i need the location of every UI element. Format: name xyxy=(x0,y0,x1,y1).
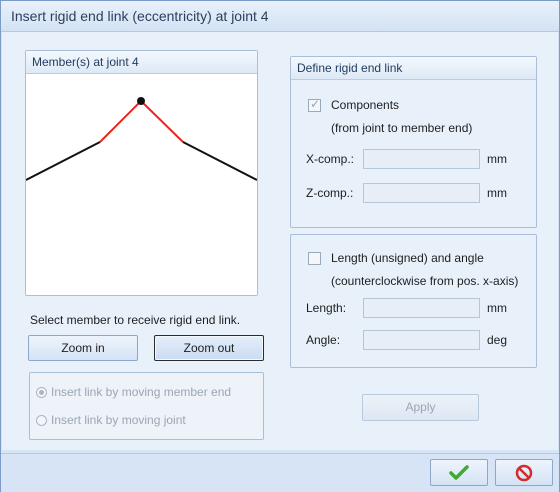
xcomp-label: X-comp.: xyxy=(306,152,355,166)
member-link-right[interactable] xyxy=(140,100,184,143)
length-unit: mm xyxy=(487,301,507,315)
zcomp-label: Z-comp.: xyxy=(306,186,354,200)
joint-node xyxy=(137,97,145,105)
member-right[interactable] xyxy=(182,141,258,181)
member-link-left[interactable] xyxy=(99,100,142,143)
radio-move-joint-label: Insert link by moving joint xyxy=(51,413,186,427)
member-canvas[interactable] xyxy=(25,74,258,295)
dialog-body: Member(s) at joint 4 Select member to re… xyxy=(2,32,558,450)
member-left[interactable] xyxy=(25,141,101,181)
components-label: Components xyxy=(331,98,400,112)
members-panel-header: Member(s) at joint 4 xyxy=(26,51,257,74)
length-label: Length: xyxy=(306,301,347,315)
ok-button[interactable] xyxy=(430,459,488,486)
length-angle-sublabel: (counterclockwise from pos. x-axis) xyxy=(331,274,519,288)
cancel-icon xyxy=(515,464,533,482)
radio-move-joint[interactable] xyxy=(36,415,47,426)
zoom-out-button[interactable]: Zoom out xyxy=(154,335,264,361)
length-angle-label: Length (unsigned) and angle xyxy=(331,251,484,265)
window-title: Insert rigid end link (eccentricity) at … xyxy=(11,8,269,24)
components-sublabel: (from joint to member end) xyxy=(331,121,473,135)
xcomp-input[interactable] xyxy=(363,149,480,169)
title-bar: Insert rigid end link (eccentricity) at … xyxy=(1,1,559,32)
checkmark-icon xyxy=(449,465,469,480)
length-angle-checkbox[interactable] xyxy=(308,252,321,265)
apply-button[interactable]: Apply xyxy=(362,394,479,421)
radio-move-member-end[interactable] xyxy=(36,387,47,398)
radio-move-member-end-label: Insert link by moving member end xyxy=(51,385,232,399)
length-input[interactable] xyxy=(363,298,480,318)
xcomp-unit: mm xyxy=(487,152,507,166)
zcomp-input[interactable] xyxy=(363,183,480,203)
members-panel: Member(s) at joint 4 xyxy=(25,50,258,296)
member-diagram[interactable] xyxy=(25,74,258,295)
angle-input[interactable] xyxy=(363,330,480,350)
dialog-window: Insert rigid end link (eccentricity) at … xyxy=(0,0,560,492)
cancel-button[interactable] xyxy=(495,459,553,486)
define-link-header: Define rigid end link xyxy=(291,57,536,80)
members-panel-title: Member(s) at joint 4 xyxy=(32,55,139,69)
angle-unit: deg xyxy=(487,333,508,347)
zcomp-unit: mm xyxy=(487,186,507,200)
dialog-footer xyxy=(1,453,559,492)
length-angle-panel: Length (unsigned) and angle (countercloc… xyxy=(290,234,537,368)
zoom-in-button[interactable]: Zoom in xyxy=(28,335,138,361)
insert-mode-group: Insert link by moving member end Insert … xyxy=(29,372,264,440)
define-link-panel: Define rigid end link Components (from j… xyxy=(290,56,537,228)
define-link-title: Define rigid end link xyxy=(297,61,403,75)
angle-label: Angle: xyxy=(306,333,341,347)
components-checkbox[interactable] xyxy=(308,97,321,112)
select-member-hint: Select member to receive rigid end link. xyxy=(30,313,241,327)
